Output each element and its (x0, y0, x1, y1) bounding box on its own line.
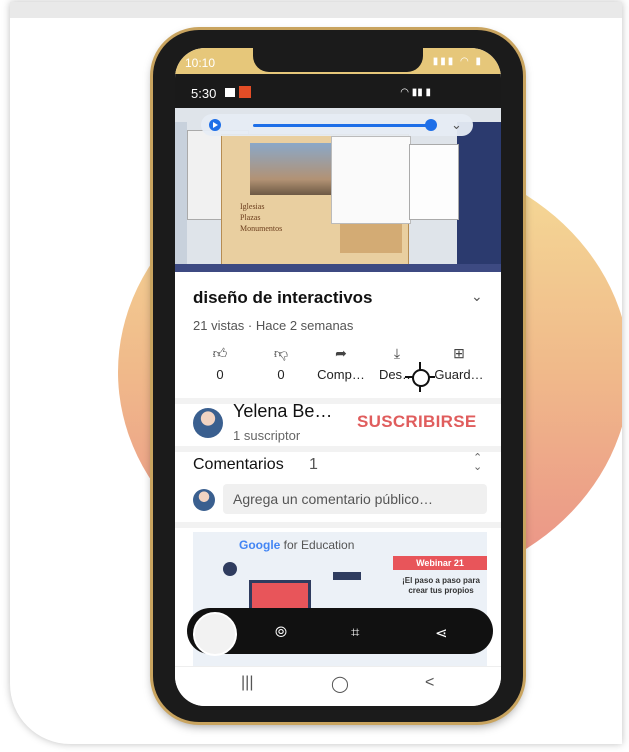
divider (175, 446, 501, 452)
illustration-bar (333, 572, 361, 580)
thumbs-down-icon: 👎︎ (273, 345, 289, 361)
avatar[interactable] (193, 408, 223, 438)
share-icon[interactable]: ⋖ (435, 624, 448, 642)
camera-notch (253, 48, 423, 72)
like-button[interactable]: 👍︎ 0 (190, 345, 250, 382)
inner-time: 5:30 (191, 86, 217, 101)
thumbs-up-icon: 👍︎ (212, 345, 228, 361)
play-icon[interactable] (209, 119, 221, 131)
comment-input[interactable]: Agrega un comentario público… (223, 484, 487, 514)
frame-top-strip (10, 2, 622, 18)
church-photo (250, 143, 334, 195)
crop-edit-icon[interactable]: ⌗ (351, 624, 359, 641)
share-arrow-icon: ➦ (335, 345, 347, 361)
save-icon: ⊞ (453, 345, 465, 361)
dislike-count: 0 (277, 367, 285, 382)
settings-dialog (409, 144, 459, 220)
video-meta: 21 vistas · Hace 2 semanas (193, 318, 354, 333)
mac-dock (175, 264, 501, 272)
screenshot-thumbnail[interactable] (193, 612, 237, 656)
webinar-badge: Webinar 21 (393, 556, 487, 570)
gallery-icon (225, 88, 235, 97)
chevron-down-icon[interactable]: ⌄ (451, 117, 462, 133)
inner-status-bar (175, 74, 501, 108)
thumbnail-text: ¡El paso a paso para crear tus propios (402, 576, 480, 595)
recent-apps-icon[interactable]: ||| (241, 674, 253, 692)
channel-name[interactable]: Yelena Be… (233, 401, 332, 422)
video-title: diseño de interactivos (193, 288, 373, 307)
video-player[interactable]: Iglesias Plazas Monumentos ⌄ (175, 108, 501, 272)
brand-suffix: for Education (280, 538, 355, 552)
progress-track[interactable] (253, 124, 431, 127)
back-icon[interactable]: < (425, 674, 434, 692)
playback-bar[interactable]: ⌄ (201, 114, 473, 136)
subscriber-count: 1 suscriptor (233, 428, 301, 443)
comments-label[interactable]: Comentarios (193, 456, 284, 474)
app-notification-icon (239, 86, 251, 98)
expand-chevron-icon[interactable]: ⌄ (471, 288, 483, 305)
desktop-wallpaper (457, 122, 501, 272)
comments-count: 1 (309, 456, 318, 473)
shape-palette (331, 136, 411, 224)
wifi-signal-icon: ◠ ▮▮ ▮ (400, 87, 431, 98)
expand-updown-icon[interactable]: ⌃ ⌄ (473, 453, 482, 473)
save-label: Guard… (434, 367, 484, 382)
share-label: Comp… (317, 367, 365, 382)
illustration-dot (223, 562, 237, 576)
outer-time: 10:10 (185, 56, 216, 70)
progress-knob[interactable] (425, 119, 437, 131)
slide-text: Iglesias Plazas Monumentos (240, 201, 282, 234)
subscribe-button[interactable]: SUSCRIBIRSE (357, 412, 477, 432)
like-count: 0 (216, 367, 224, 382)
divider (175, 398, 501, 404)
save-button[interactable]: ⊞ Guard… (429, 345, 489, 382)
divider (175, 522, 501, 528)
phone-screen: 10:10 ▮▮▮ ◠ ▮ 5:30 ◠ ▮▮ ▮ Iglesias Plaza… (175, 48, 501, 706)
dislike-button[interactable]: 👎︎ 0 (251, 345, 311, 382)
scroll-capture-icon[interactable]: ⦾ (275, 624, 287, 641)
home-icon[interactable]: ◯ (331, 674, 349, 694)
user-avatar (193, 489, 215, 511)
share-button[interactable]: ➦ Comp… (311, 345, 371, 382)
slide-line: Plazas (240, 213, 261, 222)
download-icon: ⤓ (393, 345, 401, 361)
signal-icon: ▮▮▮ ◠ ▮ (432, 56, 483, 67)
google-education-logo: Google for Education (239, 538, 354, 552)
cursor-center-icon (412, 369, 430, 387)
brand-google: Google (239, 538, 281, 552)
slide-line: Iglesias (240, 202, 265, 211)
desktop-left (175, 122, 187, 272)
slide-line: Monumentos (240, 224, 283, 233)
